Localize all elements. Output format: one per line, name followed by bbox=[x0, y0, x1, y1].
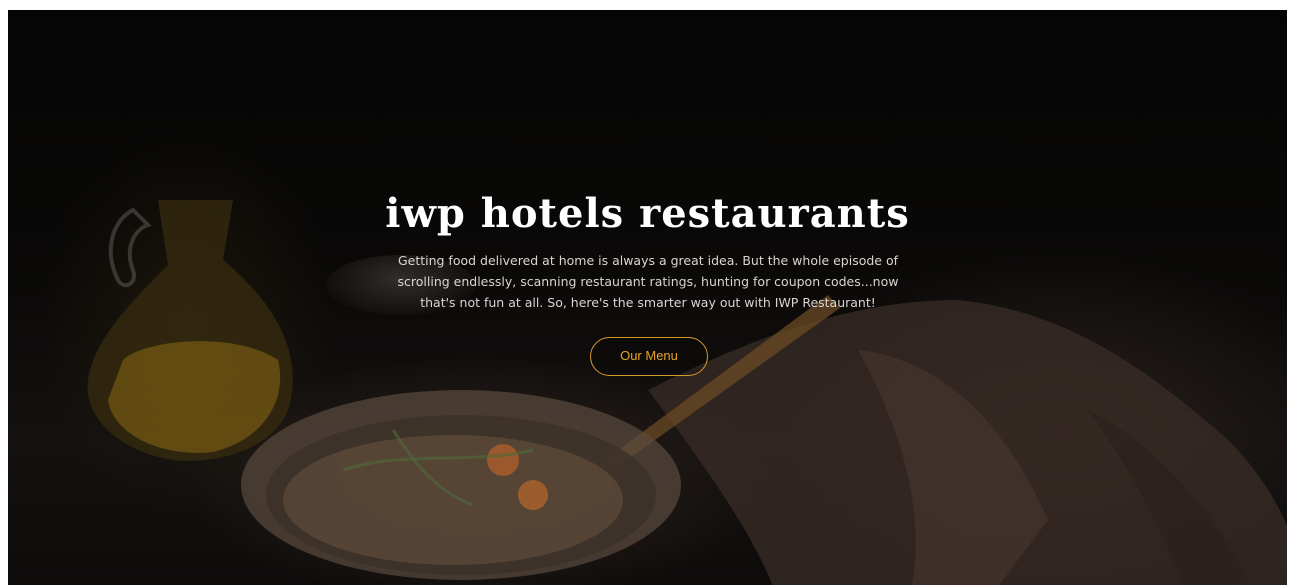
our-menu-button[interactable]: Our Menu bbox=[590, 337, 708, 376]
hero-description: Getting food delivered at home is always… bbox=[397, 253, 899, 310]
hero-title: iwp hotels restaurants bbox=[385, 190, 910, 237]
hero-section: iwp hotels restaurants Getting food deli… bbox=[8, 10, 1287, 585]
page-frame: iwp hotels restaurants Getting food deli… bbox=[0, 0, 1295, 585]
hero-content: iwp hotels restaurants Getting food deli… bbox=[8, 10, 1287, 585]
